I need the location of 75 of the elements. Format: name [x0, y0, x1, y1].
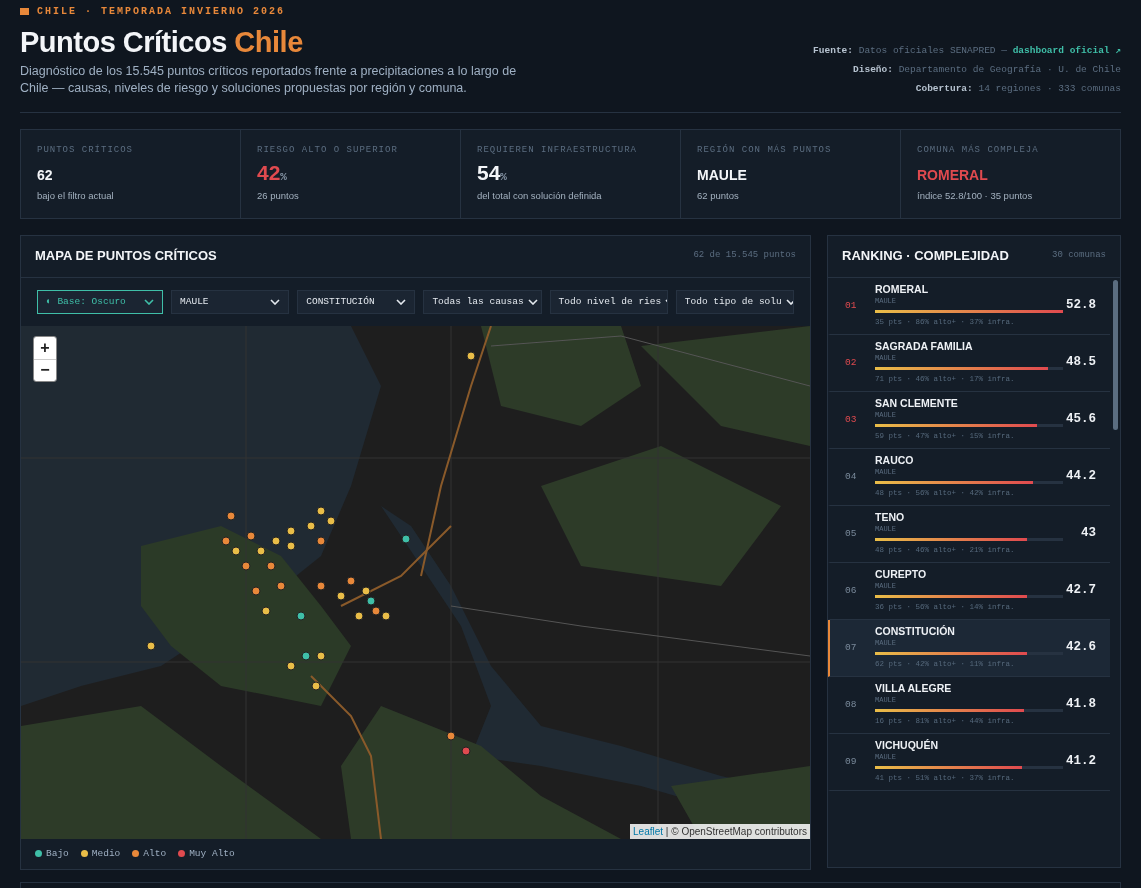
zoom-out-button[interactable]: − — [34, 358, 56, 381]
legend-label: Medio — [91, 846, 121, 861]
commune-count: 30 comunas — [1052, 249, 1106, 263]
score-value: 42.7 — [1066, 582, 1096, 600]
stat-label: RIESGO ALTO O SUPERIOR — [257, 143, 399, 157]
rank-number: 09 — [845, 754, 858, 769]
square-icon — [20, 8, 29, 15]
stat-note: 26 puntos — [257, 188, 300, 203]
score-value: 42.6 — [1066, 639, 1096, 657]
meta-line: Fuente: Datos oficiales SENAPRED — dashboard oficial ↗ — [813, 43, 1121, 58]
stat-label: PUNTOS CRÍTICOS — [37, 143, 134, 157]
panel-title: MAPA DE PUNTOS CRÍTICOS — [35, 247, 217, 266]
filter-dropdown[interactable]: Todas las causas — [423, 289, 542, 314]
filter-dropdown[interactable]: ◐ Base: Oscuro — [37, 289, 164, 314]
rank-number: 08 — [845, 697, 858, 712]
commune-name: SAN CLEMENTE — [875, 397, 959, 411]
stat-value: 42 — [257, 161, 281, 185]
commune-name: CONSTITUCIÓN — [875, 625, 956, 639]
leaflet-link[interactable]: Leaflet — [633, 825, 664, 837]
stat-note: 62 puntos — [697, 189, 740, 204]
eyebrow-text: CHILE · TEMPORADA INVIERNO 2026 — [37, 5, 286, 19]
rank-number: 07 — [845, 640, 858, 655]
chevron-icon — [527, 298, 538, 305]
point-count: 62 de 15.545 puntos — [693, 249, 796, 263]
source-link[interactable]: dashboard oficial ↗ — [1012, 44, 1121, 56]
stat-value: ROMERAL — [917, 166, 989, 186]
panel-title: RANKING · COMPLEJIDAD — [842, 247, 1009, 266]
score-value: 44.2 — [1066, 468, 1096, 486]
rank-number: 02 — [845, 355, 858, 370]
commune-name: SAGRADA FAMILIA — [875, 340, 974, 354]
filter-dropdown[interactable]: MAULE — [171, 289, 290, 314]
chevron-icon — [396, 298, 407, 305]
chevron-icon — [270, 298, 281, 305]
commune-name: CUREPTO — [875, 568, 928, 582]
stat-value: 54 — [477, 161, 501, 185]
page-description: Diagnóstico de los 15.545 puntos críticos reportados frente a precipitaciones a lo largo de Chile — causas, niveles de riesgo y soluciones propuestas por región y comuna. — [20, 62, 518, 98]
zoom-in-button[interactable]: + — [34, 336, 56, 359]
unit-label: % — [500, 171, 507, 184]
scrollbar[interactable] — [1113, 279, 1118, 430]
commune-name: VICHUQUÉN — [875, 739, 939, 753]
filter-dropdown[interactable]: Todo nivel de ries — [549, 289, 668, 314]
stat-label: COMUNA MÁS COMPLEJA — [917, 143, 1040, 157]
stat-note: del total con solución definida — [477, 188, 603, 203]
rank-number: 05 — [845, 526, 858, 541]
rank-number: 03 — [845, 412, 858, 427]
legend-label: Muy Alto — [189, 846, 235, 861]
score-value: 41.8 — [1066, 696, 1096, 714]
stat-label: REQUIEREN INFRAESTRUCTURA — [477, 143, 639, 157]
score-value: 41.2 — [1066, 753, 1096, 771]
score-value: 45.6 — [1066, 411, 1096, 429]
stat-label: REGIÓN CON MÁS PUNTOS — [697, 143, 833, 157]
unit-label: % — [280, 171, 287, 184]
meta-line: Cobertura: 14 regiones · 333 comunas — [914, 81, 1121, 96]
score-value: 52.8 — [1066, 297, 1096, 315]
legend-label: Bajo — [46, 846, 69, 861]
stat-note: índice 52.8/100 · 35 puntos — [917, 189, 1034, 204]
commune-name: VILLA ALEGRE — [875, 682, 953, 696]
rank-number: 06 — [845, 583, 858, 598]
stat-value: 62 — [37, 166, 54, 186]
legend-label: Alto — [143, 846, 167, 861]
chevron-icon — [144, 298, 155, 305]
score-value: 48.5 — [1066, 354, 1096, 372]
meta-line: Diseño: Departamento de Geografía · U. de Chile — [852, 62, 1121, 77]
score-value: 43 — [1081, 525, 1096, 543]
commune-name: ROMERAL — [875, 283, 930, 297]
filter-dropdown[interactable]: Todo tipo de solu — [675, 289, 794, 314]
filter-dropdown[interactable]: CONSTITUCIÓN — [297, 289, 416, 314]
stat-value: MAULE — [697, 166, 748, 186]
page-title: Puntos Críticos Chile — [20, 27, 304, 59]
chevron-icon — [785, 298, 793, 305]
rank-number: 04 — [845, 469, 858, 484]
commune-name: TENO — [875, 511, 906, 525]
rank-number: 01 — [845, 298, 858, 313]
commune-name: RAUCO — [875, 454, 915, 468]
stat-note: bajo el filtro actual — [37, 189, 115, 204]
